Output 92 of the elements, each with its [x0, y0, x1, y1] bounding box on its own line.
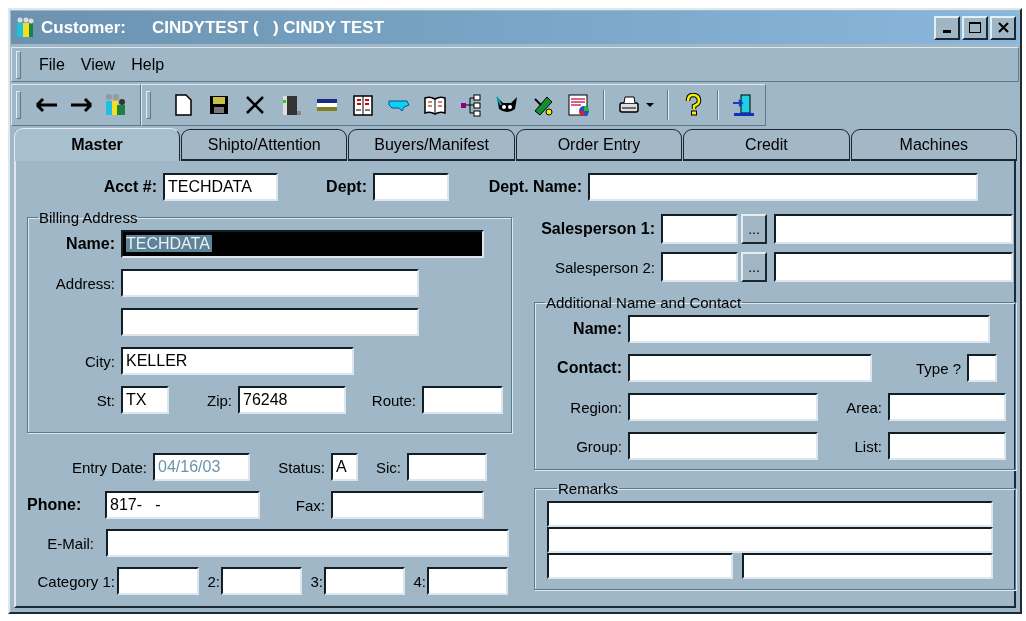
field-label: Status: — [277, 458, 325, 476]
input-field[interactable] — [407, 453, 487, 481]
field-label: Entry Date: — [70, 458, 147, 476]
tab[interactable]: Master — [14, 128, 180, 161]
tab[interactable]: Shipto/Attention — [181, 129, 348, 161]
field-label: Salesperson 2: — [553, 258, 655, 276]
input-field[interactable] — [628, 432, 818, 460]
input-field[interactable] — [628, 393, 818, 421]
input-field[interactable] — [121, 269, 419, 297]
field-label: Acct #: — [102, 178, 157, 196]
report-chart-icon[interactable] — [567, 93, 591, 117]
field-label: Area: — [845, 398, 882, 416]
field-label: 3: — [309, 572, 323, 590]
input-field[interactable] — [661, 252, 738, 282]
input-field[interactable] — [324, 567, 405, 595]
field-label: Dept: — [325, 178, 367, 196]
input-field[interactable] — [628, 315, 990, 343]
tab[interactable]: Buyers/Manifest — [348, 129, 515, 161]
input-field[interactable]: A — [331, 453, 358, 481]
field-label: 2: — [206, 572, 220, 590]
close-icon — [997, 22, 1009, 33]
field-label: Region: — [569, 398, 622, 416]
field-label: Name: — [65, 235, 115, 253]
input-field[interactable] — [628, 354, 872, 382]
input-field[interactable]: 76248 — [238, 386, 346, 414]
field-label: Phone: — [26, 496, 83, 514]
field-label: St: — [95, 391, 115, 409]
field-label: E-Mail: — [46, 534, 94, 552]
tab[interactable]: Credit — [683, 129, 850, 161]
field-label: Dept. Name: — [487, 178, 582, 196]
input-field[interactable] — [967, 354, 997, 382]
input-field[interactable]: TX — [121, 386, 169, 414]
field-label: 4: — [412, 572, 426, 590]
field-label: City: — [84, 352, 115, 370]
input-field[interactable]: TECHDATA — [121, 230, 484, 258]
input-field[interactable] — [547, 527, 993, 553]
menu-item[interactable]: File — [37, 53, 67, 76]
group-title: Billing Address — [38, 209, 139, 226]
field-label: Salesperson 1: — [540, 220, 655, 238]
input-field[interactable] — [117, 567, 199, 595]
record-title: CINDYTEST ( ) CINDY TEST — [152, 17, 385, 38]
tab[interactable]: Machines — [850, 129, 1018, 161]
close-button[interactable] — [990, 15, 1016, 40]
field-label: Sic: — [375, 458, 401, 476]
input-field[interactable] — [373, 173, 449, 201]
input-field[interactable] — [774, 252, 1013, 282]
people-icon — [15, 16, 35, 39]
field-label: Route: — [370, 391, 416, 409]
book-icon[interactable] — [423, 93, 447, 117]
hierarchy-icon[interactable] — [459, 93, 483, 117]
input-field[interactable]: KELLER — [121, 347, 354, 375]
input-field[interactable] — [121, 308, 419, 336]
field-label: Fax: — [294, 496, 325, 514]
calendar-icon[interactable] — [351, 93, 375, 117]
field-label: Zip: — [206, 391, 232, 409]
input-field[interactable] — [742, 553, 993, 579]
group-title: Remarks — [557, 480, 619, 497]
input-field[interactable] — [888, 393, 1006, 421]
input-field[interactable] — [588, 173, 978, 201]
maximize-button[interactable] — [962, 15, 988, 40]
field-label: Group: — [575, 437, 622, 455]
field-label: List: — [853, 437, 882, 455]
input-field[interactable]: 817- - — [105, 491, 260, 519]
tab[interactable]: Order Entry — [515, 129, 683, 161]
browse-button[interactable]: ... — [741, 214, 767, 244]
window-title: Customer: — [41, 17, 126, 38]
input-field[interactable] — [221, 567, 302, 595]
browse-button[interactable]: ... — [741, 252, 767, 282]
input-field[interactable] — [106, 529, 509, 557]
field-label: Name: — [572, 320, 622, 338]
maximize-icon — [969, 22, 981, 33]
field-label: Address: — [54, 274, 115, 292]
group-title: Additional Name and Contact — [545, 294, 743, 311]
input-field[interactable] — [427, 567, 508, 595]
exit-door-icon[interactable] — [731, 93, 755, 117]
input-field[interactable] — [422, 386, 503, 414]
input-field[interactable] — [331, 491, 484, 519]
input-field[interactable] — [774, 214, 1013, 244]
minimize-button[interactable] — [934, 15, 960, 40]
input-field[interactable]: TECHDATA — [163, 173, 278, 201]
input-field[interactable] — [661, 214, 738, 244]
field-label: Category 1: — [36, 572, 115, 590]
input-field[interactable] — [547, 501, 993, 527]
people-icon[interactable] — [103, 93, 127, 117]
input-field[interactable] — [888, 432, 1006, 460]
menu-item[interactable]: View — [78, 53, 118, 76]
minimize-icon — [943, 30, 951, 33]
input-field[interactable] — [547, 553, 733, 579]
field-label: Type ? — [914, 359, 961, 377]
save-icon[interactable] — [207, 93, 231, 117]
menu-item[interactable]: Help — [129, 53, 167, 76]
field-label: Contact: — [556, 359, 622, 377]
